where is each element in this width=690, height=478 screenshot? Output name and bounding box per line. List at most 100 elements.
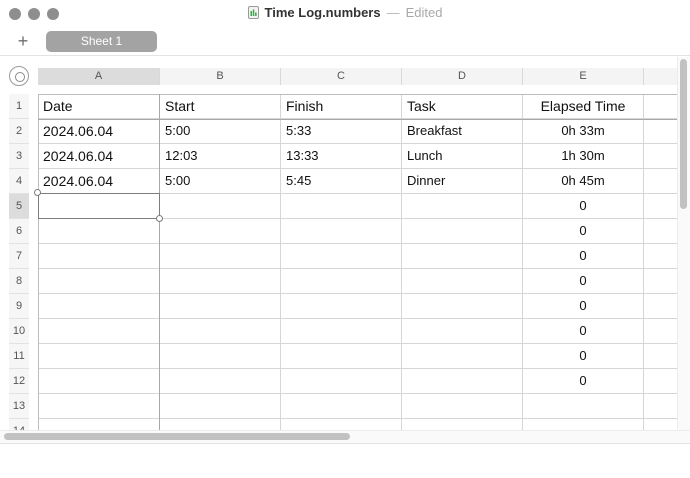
table-cell-b[interactable] xyxy=(160,219,281,244)
table-cell-d[interactable] xyxy=(402,244,523,269)
table-cell-a[interactable] xyxy=(38,294,160,319)
table-cell-a[interactable] xyxy=(38,219,160,244)
table-cell-e[interactable]: 0h 33m xyxy=(523,119,644,144)
table-cell-c[interactable] xyxy=(281,344,402,369)
numbers-document-icon xyxy=(247,6,259,19)
table-cell-c[interactable]: 13:33 xyxy=(281,144,402,169)
title-bar: Time Log.numbers — Edited xyxy=(0,0,690,28)
row-header[interactable]: 1 xyxy=(9,94,29,119)
column-header-e[interactable]: E xyxy=(523,68,644,85)
table-border xyxy=(38,94,690,95)
table-cell-c[interactable] xyxy=(281,319,402,344)
table-cell-e[interactable] xyxy=(523,394,644,419)
table-cell-e[interactable]: 0 xyxy=(523,194,644,219)
vertical-scrollbar[interactable] xyxy=(680,59,687,209)
column-header-a[interactable]: A xyxy=(38,68,160,85)
selection-handle[interactable] xyxy=(156,215,163,222)
sheet-tab-bar: + Sheet 1 xyxy=(0,28,690,56)
row-header[interactable]: 4 xyxy=(9,169,29,194)
table-cell-c[interactable]: 5:33 xyxy=(281,119,402,144)
row-header[interactable]: 7 xyxy=(9,244,29,269)
row-header[interactable]: 10 xyxy=(9,319,29,344)
column-header-b[interactable]: B xyxy=(160,68,281,85)
table-cell-e[interactable]: 0 xyxy=(523,244,644,269)
row-header[interactable]: 6 xyxy=(9,219,29,244)
table-cell-c[interactable] xyxy=(281,294,402,319)
table-cell-a[interactable]: 2024.06.04 xyxy=(38,169,160,194)
table-cell-c[interactable] xyxy=(281,269,402,294)
table-cell-b[interactable] xyxy=(160,269,281,294)
table-cell-d[interactable]: Breakfast xyxy=(402,119,523,144)
horizontal-scrollbar[interactable] xyxy=(4,433,350,440)
table-cell-d[interactable] xyxy=(402,219,523,244)
table-cell-c[interactable]: 5:45 xyxy=(281,169,402,194)
table-border xyxy=(38,94,39,442)
table-cell-b[interactable]: 12:03 xyxy=(160,144,281,169)
window-divider xyxy=(0,443,690,444)
table-cell-b[interactable] xyxy=(160,344,281,369)
row-header[interactable]: 2 xyxy=(9,119,29,144)
window-title: Time Log.numbers — Edited xyxy=(0,5,690,20)
table-cell-c[interactable] xyxy=(281,219,402,244)
table-cell-c[interactable] xyxy=(281,244,402,269)
table-cell-a[interactable] xyxy=(38,269,160,294)
table-cell-e[interactable]: 0 xyxy=(523,219,644,244)
row-header[interactable]: 12 xyxy=(9,369,29,394)
table-cell-c[interactable] xyxy=(281,394,402,419)
table-cell-a[interactable] xyxy=(38,369,160,394)
selection-handle[interactable] xyxy=(34,189,41,196)
table-cell-e[interactable]: 1h 30m xyxy=(523,144,644,169)
table-cell-c[interactable] xyxy=(281,194,402,219)
column-header-c[interactable]: C xyxy=(281,68,402,85)
row-header[interactable]: 8 xyxy=(9,269,29,294)
table-cell-b[interactable] xyxy=(160,244,281,269)
table-cell-d[interactable] xyxy=(402,269,523,294)
row-header[interactable]: 9 xyxy=(9,294,29,319)
table-cell-b[interactable] xyxy=(160,394,281,419)
table-cell-d[interactable] xyxy=(402,319,523,344)
table-cell-d[interactable] xyxy=(402,294,523,319)
table-cell-e[interactable]: 0 xyxy=(523,369,644,394)
row-header[interactable]: 5 xyxy=(9,194,29,219)
row-header[interactable]: 3 xyxy=(9,144,29,169)
table-cell-d[interactable] xyxy=(402,394,523,419)
table-cell-d[interactable]: Lunch xyxy=(402,144,523,169)
table-cell-d[interactable]: Dinner xyxy=(402,169,523,194)
table-cell-e[interactable]: 0 xyxy=(523,294,644,319)
table-cell-b[interactable]: 5:00 xyxy=(160,119,281,144)
header-cell-a[interactable]: Date xyxy=(38,94,160,119)
row-header[interactable]: 11 xyxy=(9,344,29,369)
tab-sheet-1[interactable]: Sheet 1 xyxy=(46,31,157,52)
table-cell-e[interactable]: 0h 45m xyxy=(523,169,644,194)
header-cell-e[interactable]: Elapsed Time xyxy=(523,94,644,119)
table-cell-e[interactable]: 0 xyxy=(523,269,644,294)
table-cell-b[interactable] xyxy=(160,369,281,394)
table-cell-a[interactable]: 2024.06.04 xyxy=(38,144,160,169)
header-cell-d[interactable]: Task xyxy=(402,94,523,119)
table-cell-b[interactable] xyxy=(160,194,281,219)
table-cell-d[interactable] xyxy=(402,369,523,394)
table-cell-e[interactable]: 0 xyxy=(523,319,644,344)
header-cell-c[interactable]: Finish xyxy=(281,94,402,119)
table-cell-a[interactable] xyxy=(38,394,160,419)
table-cell-d[interactable] xyxy=(402,194,523,219)
table-cell-a[interactable] xyxy=(38,194,160,219)
table-cell-a[interactable]: 2024.06.04 xyxy=(38,119,160,144)
row-header[interactable]: 13 xyxy=(9,394,29,419)
table-cell-a[interactable] xyxy=(38,244,160,269)
table-cell-a[interactable] xyxy=(38,319,160,344)
table-cell-a[interactable] xyxy=(38,344,160,369)
header-cell-b[interactable]: Start xyxy=(160,94,281,119)
table-cell-b[interactable]: 5:00 xyxy=(160,169,281,194)
numbers-window: Time Log.numbers — Edited + Sheet 1 A B C … xyxy=(0,0,690,478)
table-cell-b[interactable] xyxy=(160,319,281,344)
column-header-d[interactable]: D xyxy=(402,68,523,85)
table-cell-d[interactable] xyxy=(402,344,523,369)
spreadsheet-canvas[interactable]: A B C D E 1 2 3 4 5 6 7 8 9 10 11 12 13 … xyxy=(0,57,690,442)
header-row-divider xyxy=(38,119,690,120)
table-cell-e[interactable]: 0 xyxy=(523,344,644,369)
table-cell-c[interactable] xyxy=(281,369,402,394)
select-table-handle[interactable] xyxy=(9,66,29,86)
add-sheet-button[interactable]: + xyxy=(13,30,33,52)
table-cell-b[interactable] xyxy=(160,294,281,319)
